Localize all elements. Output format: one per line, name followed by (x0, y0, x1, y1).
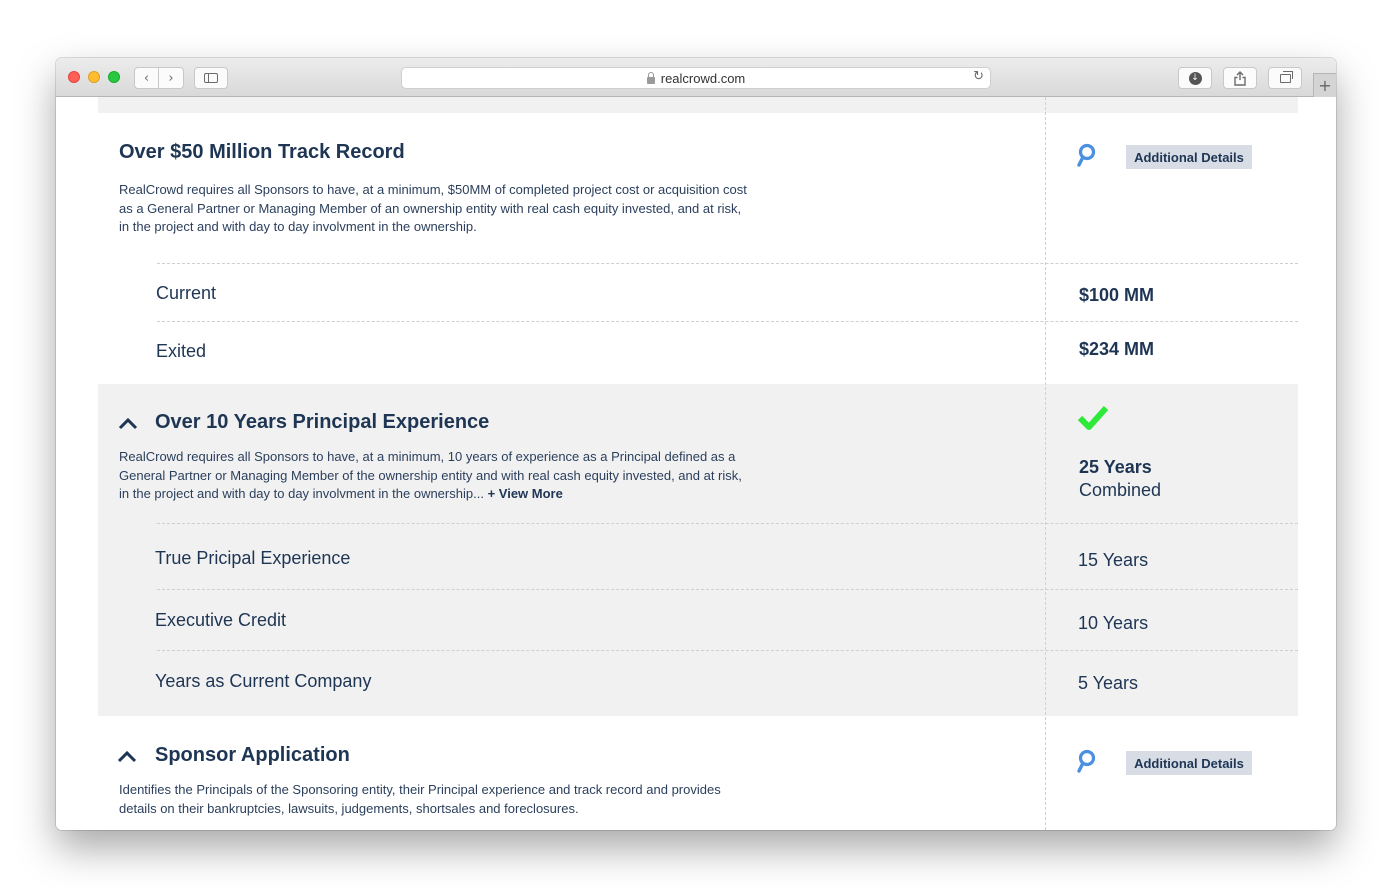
row-divider (157, 589, 1298, 590)
back-button[interactable]: ‹ (134, 67, 159, 89)
url-text: realcrowd.com (660, 70, 746, 86)
track-record-title: Over $50 Million Track Record (119, 141, 405, 163)
sponsor-application-title: Sponsor Application (155, 744, 350, 766)
downloads-button[interactable]: ↓ (1178, 67, 1212, 89)
row-value-current: $100 MM (1079, 285, 1155, 305)
plus-icon: + (1318, 76, 1332, 95)
track-record-description: RealCrowd requires all Sponsors to have,… (119, 182, 747, 234)
lock-icon (646, 71, 655, 84)
browser-toolbar: ‹ › realcrowd.com ↻ ↓ + (56, 58, 1336, 97)
collapse-chevron-up-icon[interactable] (117, 750, 137, 764)
principal-experience-description: RealCrowd requires all Sponsors to have,… (119, 448, 749, 504)
minimize-window-button[interactable] (88, 71, 100, 83)
combined-years-value: 25 Years (1079, 457, 1152, 477)
row-divider (157, 263, 1298, 264)
row-divider (157, 321, 1298, 322)
combined-caption: Combined (1079, 480, 1162, 500)
forward-button[interactable]: › (159, 67, 184, 89)
row-divider (157, 523, 1298, 524)
row-value-executive-credit: 10 Years (1078, 613, 1149, 633)
sidebar-toggle-button[interactable] (194, 67, 228, 89)
row-value-exited: $234 MM (1079, 339, 1155, 359)
search-icon[interactable] (1076, 143, 1098, 169)
row-label-executive-credit: Executive Credit (155, 610, 287, 630)
additional-details-button[interactable]: Additional Details (1126, 751, 1252, 775)
view-more-link[interactable]: + View More (488, 486, 563, 501)
reload-icon[interactable]: ↻ (973, 69, 984, 84)
page-content: Over $50 Million Track Record RealCrowd … (56, 97, 1336, 830)
row-value-true-principal: 15 Years (1078, 550, 1149, 570)
row-value-current-company: 5 Years (1078, 673, 1139, 693)
share-icon (1234, 70, 1246, 86)
sidebar-icon (204, 73, 218, 83)
zoom-window-button[interactable] (108, 71, 120, 83)
principal-experience-title: Over 10 Years Principal Experience (155, 411, 490, 433)
row-label-current-company: Years as Current Company (155, 671, 372, 691)
previous-section-band (98, 97, 1298, 113)
column-divider (1045, 97, 1046, 830)
browser-window: ‹ › realcrowd.com ↻ ↓ + Over $50 Million… (56, 58, 1336, 830)
download-icon: ↓ (1188, 71, 1202, 85)
new-tab-button[interactable]: + (1313, 73, 1336, 97)
address-bar[interactable]: realcrowd.com ↻ (401, 67, 991, 89)
row-divider (157, 650, 1298, 651)
additional-details-button[interactable]: Additional Details (1126, 145, 1252, 169)
search-icon[interactable] (1076, 749, 1098, 775)
principal-experience-description-text: RealCrowd requires all Sponsors to have,… (119, 449, 742, 501)
share-button[interactable] (1223, 67, 1257, 89)
chevron-left-icon: ‹ (143, 70, 150, 86)
close-window-button[interactable] (68, 71, 80, 83)
checkmark-icon (1078, 405, 1108, 430)
row-label-current: Current (156, 283, 217, 303)
row-label-exited: Exited (156, 341, 207, 361)
row-label-true-principal: True Pricipal Experience (155, 548, 351, 568)
tab-overview-button[interactable] (1268, 67, 1302, 89)
tabs-icon (1279, 70, 1293, 83)
collapse-chevron-up-icon[interactable] (118, 417, 138, 431)
sponsor-application-description: Identifies the Principals of the Sponsor… (119, 782, 721, 816)
chevron-right-icon: › (168, 70, 174, 86)
